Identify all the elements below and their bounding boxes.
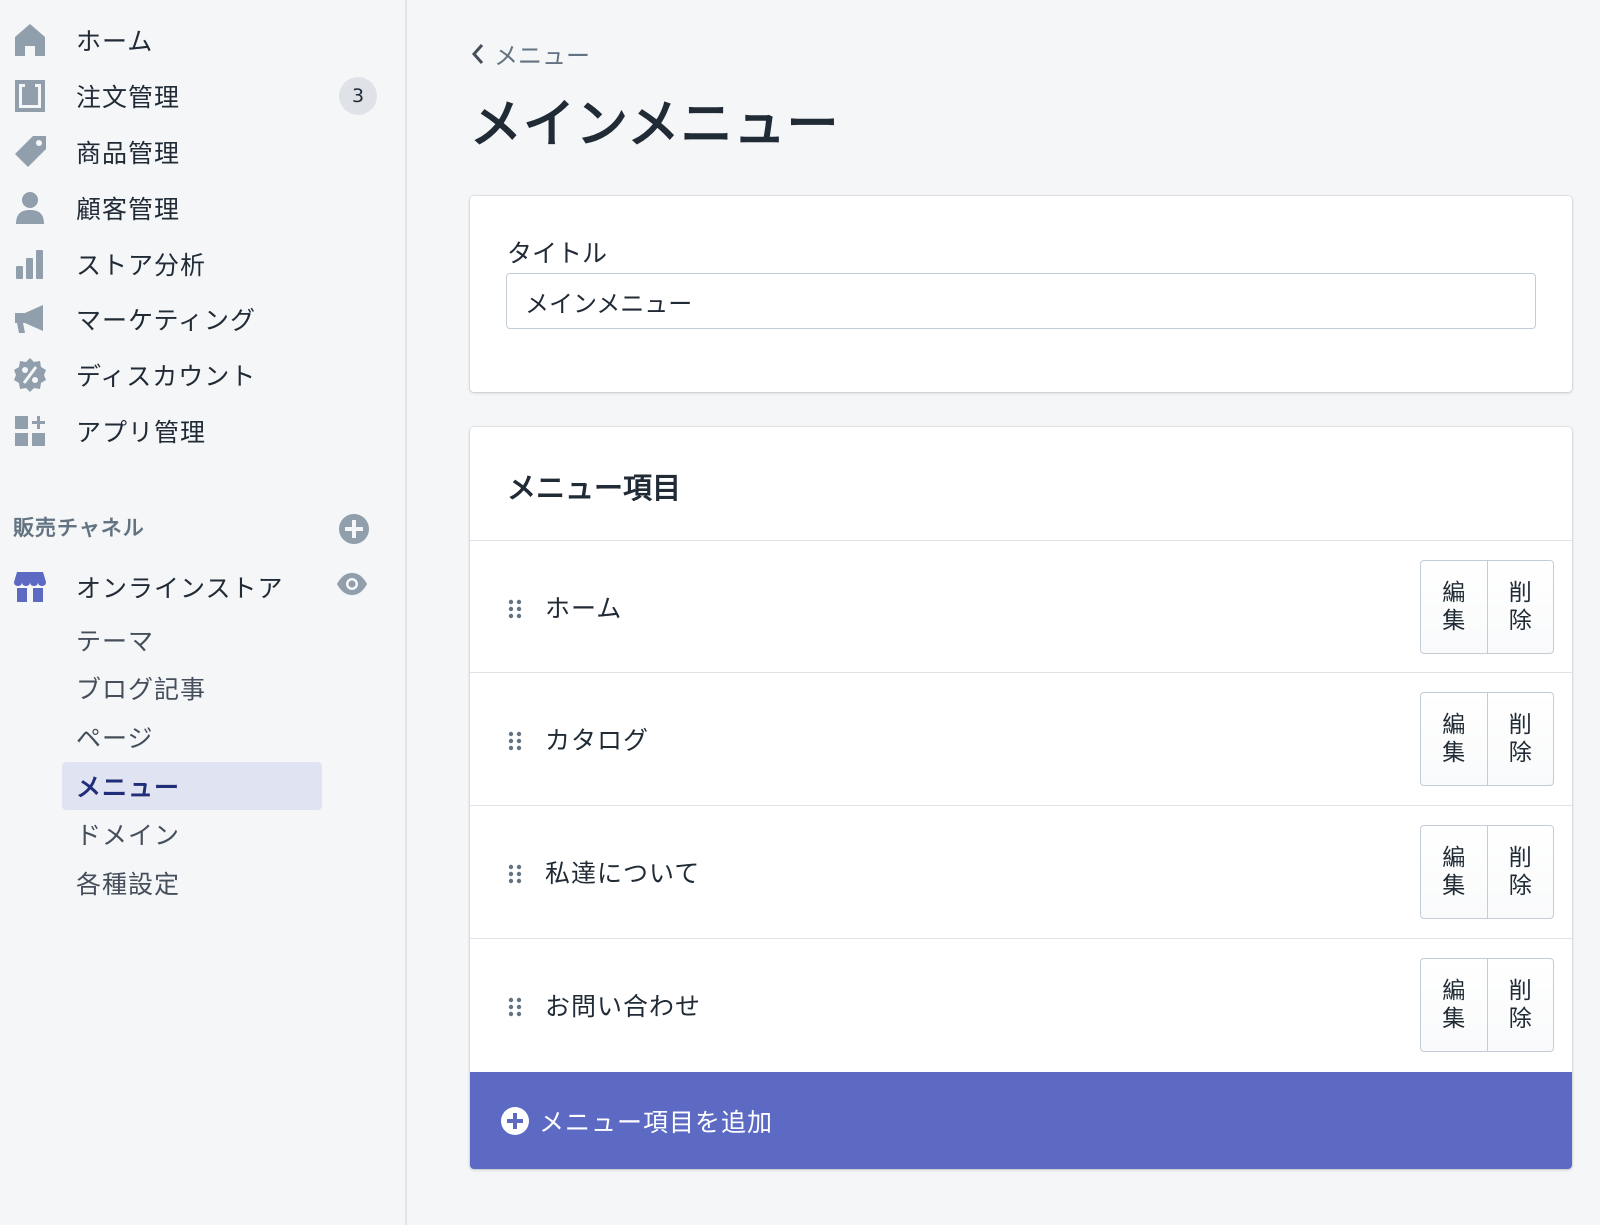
drag-handle-icon[interactable]	[507, 864, 523, 884]
delete-button[interactable]: 削除	[1486, 693, 1554, 785]
sidebar-item-label: アプリ管理	[76, 418, 207, 447]
sidebar-item-label: ディスカウント	[76, 362, 257, 391]
sidebar-subitem-navigation[interactable]: メニュー	[62, 762, 322, 810]
edit-button[interactable]: 編集	[1421, 959, 1487, 1051]
drag-handle-icon[interactable]	[507, 599, 523, 619]
discount-icon	[12, 357, 48, 393]
sidebar-item-home[interactable]: ホーム	[0, 14, 400, 66]
menu-items-card: メニュー項目 ホーム 編集 削除 カタログ 編集 削除 私達について 編集 削除…	[470, 427, 1572, 1169]
drag-handle-icon[interactable]	[507, 731, 523, 751]
menu-item-actions: 編集 削除	[1420, 692, 1554, 786]
sidebar: ホーム 注文管理 3 商品管理 顧客管理 ストア分析 マーケティング ディスカウ…	[0, 0, 407, 1225]
menu-item-row: お問い合わせ 編集 削除	[470, 938, 1572, 1070]
sidebar-subitem-label: ブログ記事	[76, 675, 207, 704]
orders-count-badge: 3	[339, 77, 377, 115]
edit-button[interactable]: 編集	[1421, 561, 1487, 653]
menu-item-actions: 編集 削除	[1420, 560, 1554, 654]
sidebar-item-label: オンラインストア	[76, 574, 284, 603]
tag-icon	[12, 134, 48, 170]
add-menu-item-label: メニュー項目を追加	[539, 1107, 774, 1137]
edit-button-label: 編集	[1442, 978, 1466, 1032]
plus-circle-icon	[501, 1107, 529, 1135]
add-sales-channel-button[interactable]	[338, 513, 370, 545]
sidebar-item-marketing[interactable]: マーケティング	[0, 293, 400, 345]
sidebar-subitem-pages[interactable]: ページ	[62, 713, 322, 761]
sidebar-subitem-themes[interactable]: テーマ	[62, 616, 322, 664]
eye-icon	[337, 573, 367, 595]
sidebar-item-products[interactable]: 商品管理	[0, 126, 400, 178]
delete-button[interactable]: 削除	[1486, 959, 1554, 1051]
sidebar-item-customers[interactable]: 顧客管理	[0, 182, 400, 234]
menu-item-actions: 編集 削除	[1420, 825, 1554, 919]
view-store-button[interactable]	[336, 572, 372, 600]
add-menu-item-button[interactable]: メニュー項目を追加	[470, 1072, 1572, 1169]
menu-item-row: カタログ 編集 削除	[470, 672, 1572, 804]
menu-item-label: ホーム	[545, 594, 623, 623]
menu-item-actions: 編集 削除	[1420, 958, 1554, 1052]
sidebar-subitem-blog-posts[interactable]: ブログ記事	[62, 664, 322, 712]
chevron-left-icon	[471, 43, 484, 64]
sidebar-subitem-label: メニュー	[76, 773, 181, 802]
menu-items-heading: メニュー項目	[507, 471, 682, 505]
sidebar-subitem-label: ページ	[76, 724, 154, 753]
sidebar-subitem-domains[interactable]: ドメイン	[62, 810, 322, 858]
sidebar-subitem-label: ドメイン	[76, 821, 181, 850]
plus-circle-icon	[339, 514, 369, 544]
delete-button-label: 削除	[1508, 712, 1532, 766]
sidebar-item-label: 顧客管理	[76, 195, 181, 224]
sidebar-item-discounts[interactable]: ディスカウント	[0, 349, 400, 401]
sidebar-item-apps[interactable]: アプリ管理	[0, 405, 400, 457]
delete-button-label: 削除	[1508, 978, 1532, 1032]
sidebar-item-label: 注文管理	[76, 83, 181, 112]
menu-item-label: 私達について	[545, 859, 701, 888]
home-icon	[12, 22, 48, 58]
menu-item-label: カタログ	[545, 726, 650, 755]
delete-button[interactable]: 削除	[1486, 826, 1554, 918]
edit-button-label: 編集	[1442, 580, 1466, 634]
app-root: ホーム 注文管理 3 商品管理 顧客管理 ストア分析 マーケティング ディスカウ…	[0, 0, 1600, 1225]
breadcrumb-label: メニュー	[494, 42, 590, 70]
main-content: メニュー メインメニュー タイトル メニュー項目 ホーム 編集 削除 カタログ	[408, 0, 1600, 1225]
sidebar-item-label: マーケティング	[76, 306, 257, 335]
apps-icon	[12, 413, 48, 449]
edit-button[interactable]: 編集	[1421, 693, 1487, 785]
menu-item-row: ホーム 編集 削除	[470, 540, 1572, 672]
megaphone-icon	[12, 301, 48, 337]
person-icon	[12, 190, 48, 226]
edit-button-label: 編集	[1442, 845, 1466, 899]
sidebar-item-label: ストア分析	[76, 251, 207, 280]
sales-channels-heading: 販売チャネル	[13, 516, 145, 540]
sidebar-subitem-label: テーマ	[76, 627, 155, 656]
edit-button-label: 編集	[1442, 712, 1466, 766]
sidebar-item-analytics[interactable]: ストア分析	[0, 238, 400, 290]
store-icon	[12, 569, 48, 605]
delete-button-label: 削除	[1508, 580, 1532, 634]
sidebar-item-label: 商品管理	[76, 139, 181, 168]
drag-handle-icon[interactable]	[507, 997, 523, 1017]
delete-button-label: 削除	[1508, 845, 1532, 899]
title-card: タイトル	[470, 196, 1572, 392]
title-field-label: タイトル	[507, 239, 608, 268]
sidebar-item-label: ホーム	[76, 27, 154, 56]
sidebar-subitem-preferences[interactable]: 各種設定	[62, 859, 322, 907]
sidebar-subitem-label: 各種設定	[76, 870, 181, 899]
title-input[interactable]	[506, 273, 1536, 329]
breadcrumb[interactable]: メニュー	[470, 36, 590, 71]
edit-button[interactable]: 編集	[1421, 826, 1487, 918]
orders-icon	[12, 78, 48, 114]
menu-item-label: お問い合わせ	[545, 992, 702, 1021]
menu-item-row: 私達について 編集 削除	[470, 805, 1572, 937]
sidebar-item-orders[interactable]: 注文管理 3	[0, 70, 400, 122]
page-title: メインメニュー	[470, 95, 840, 155]
delete-button[interactable]: 削除	[1486, 561, 1554, 653]
bar-chart-icon	[12, 246, 48, 282]
